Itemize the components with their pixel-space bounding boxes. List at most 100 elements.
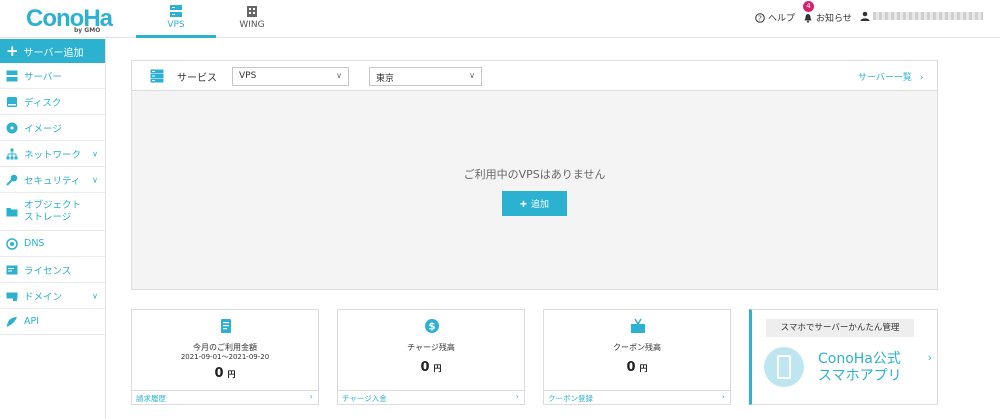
promo-text: ConoHa公式 スマホアプリ — [818, 351, 902, 385]
server-list-link[interactable]: サーバー一覧 › — [858, 70, 923, 83]
service-panel-header: サービス VPS ∨ 東京 ∨ サーバー一覧 › — [132, 61, 937, 91]
coupon-balance-card: クーポン残高 0円 クーポン登録 › — [543, 309, 731, 405]
invoice-icon — [221, 319, 231, 333]
chevron-down-icon: ∨ — [92, 149, 98, 158]
sidebar-item-label-line1: オブジェクト — [24, 199, 82, 211]
sidebar-item-image[interactable]: イメージ — [0, 115, 105, 141]
sidebar-item-label: ドメイン — [24, 291, 63, 303]
card-amount-unit: 円 — [433, 364, 442, 373]
sidebar-item-label: DNS — [24, 238, 45, 249]
sidebar-item-label: オブジェクト ストレージ — [24, 200, 81, 224]
smartphone-app-promo[interactable]: スマホでサーバーかんたん管理 ConoHa公式 スマホアプリ › — [749, 309, 938, 405]
domain-icon — [6, 292, 18, 301]
chevron-right-icon: › — [721, 392, 725, 401]
sidebar-item-license[interactable]: ライセンス — [0, 257, 105, 283]
card-amount-unit: 円 — [639, 364, 648, 373]
chevron-down-icon: ∨ — [92, 175, 98, 184]
service-panel: サービス VPS ∨ 東京 ∨ サーバー一覧 › ご利用中のVPSはありません … — [131, 60, 938, 290]
dns-icon — [6, 237, 18, 250]
card-link-label: 請求履歴 — [136, 394, 166, 403]
sidebar-item-domain[interactable]: ドメイン ∨ — [0, 283, 105, 309]
service-type-select[interactable]: VPS ∨ — [232, 67, 349, 86]
dollar-icon: $ — [425, 319, 439, 333]
help-link[interactable]: ? ヘルプ — [755, 11, 795, 24]
card-amount-value: 0 — [214, 366, 224, 381]
charge-balance-card: $ チャージ残高 0円 チャージ入金 › — [337, 309, 525, 405]
notice-link[interactable]: お知らせ — [803, 11, 852, 24]
user-name-masked — [873, 12, 983, 20]
card-title: チャージ残高 — [407, 343, 455, 352]
sidebar-item-label: セキュリティ — [24, 175, 81, 187]
chevron-down-icon: ∨ — [336, 71, 342, 80]
notice-label: お知らせ — [816, 14, 852, 24]
tab-vps[interactable]: VPS — [136, 0, 216, 38]
user-menu[interactable] — [860, 11, 983, 21]
card-amount: 0円 — [338, 360, 524, 375]
region-value: 東京 — [376, 74, 395, 84]
coupon-register-link[interactable]: クーポン登録 › — [544, 390, 730, 404]
region-select[interactable]: 東京 ∨ — [369, 67, 482, 86]
disk-icon — [7, 96, 17, 107]
card-link-label: チャージ入金 — [342, 394, 387, 403]
sidebar-item-label: API — [24, 316, 40, 327]
service-label: サービス — [177, 73, 217, 84]
chevron-down-icon: ∨ — [469, 71, 475, 80]
svg-text:$: $ — [429, 322, 436, 333]
help-label: ヘルプ — [768, 14, 796, 24]
sidebar-item-security[interactable]: セキュリティ ∨ — [0, 167, 105, 193]
card-amount: 0円 — [132, 366, 318, 381]
card-link-label: クーポン登録 — [548, 394, 593, 403]
sidebar-item-label: ネットワーク — [24, 149, 82, 161]
add-button[interactable]: + 追加 — [502, 191, 567, 216]
empty-message: ご利用中のVPSはありません — [463, 168, 606, 181]
promo-title: スマホでサーバーかんたん管理 — [766, 319, 914, 337]
sidebar-item-label: サーバー — [24, 71, 62, 83]
card-title: クーポン残高 — [613, 343, 661, 352]
chevron-right-icon: › — [919, 73, 924, 83]
sidebar-item-disk[interactable]: ディスク — [0, 89, 105, 115]
tab-vps-label: VPS — [167, 20, 185, 30]
api-icon — [7, 316, 17, 327]
tab-wing-label: WING — [239, 20, 265, 30]
coupon-icon — [631, 318, 645, 333]
billing-history-link[interactable]: 請求履歴 › — [132, 390, 318, 404]
sidebar-item-server[interactable]: サーバー — [0, 63, 105, 89]
promo-line1: ConoHa公式 — [818, 351, 901, 367]
server-icon — [150, 69, 164, 83]
plus-icon: + — [519, 196, 527, 211]
plus-icon: + — [6, 41, 19, 60]
sidebar-item-label: ライセンス — [24, 265, 72, 277]
chevron-right-icon: › — [309, 392, 313, 401]
sidebar-item-label-line2: ストレージ — [24, 211, 72, 223]
image-icon — [6, 122, 18, 133]
smartphone-icon — [764, 347, 804, 387]
sidebar-item-network[interactable]: ネットワーク ∨ — [0, 141, 105, 167]
tab-wing[interactable]: WING — [212, 0, 292, 38]
sidebar-item-api[interactable]: API — [0, 309, 105, 335]
building-icon — [247, 6, 257, 17]
license-icon — [6, 265, 18, 274]
sidebar-add-server[interactable]: + サーバー追加 — [0, 39, 105, 63]
chevron-right-icon: › — [515, 392, 519, 401]
promo-line2: スマホアプリ — [818, 368, 902, 384]
server-list-label: サーバー一覧 — [858, 73, 912, 83]
sidebar: + サーバー追加 サーバー ディスク イメージ ネットワーク ∨ セキュリティ … — [0, 39, 106, 419]
sidebar-item-label: ディスク — [24, 97, 62, 109]
logo-sub: by GMO — [74, 27, 101, 34]
sidebar-item-label: イメージ — [24, 123, 62, 135]
sidebar-item-dns[interactable]: DNS — [0, 231, 105, 257]
charge-deposit-link[interactable]: チャージ入金 › — [338, 390, 524, 404]
server-icon — [6, 70, 18, 81]
sidebar-add-label: サーバー追加 — [23, 47, 84, 59]
smartphone-screen — [777, 355, 791, 379]
add-button-label: 追加 — [531, 199, 550, 209]
sidebar-item-object-storage[interactable]: オブジェクト ストレージ — [0, 193, 105, 231]
top-header: ConoHa by GMO VPS WING ? ヘルプ 4 お知らせ — [0, 0, 1000, 38]
chevron-right-icon: › — [927, 351, 932, 364]
folder-icon — [6, 207, 18, 216]
card-amount: 0円 — [544, 360, 730, 375]
server-icon — [170, 5, 182, 17]
card-amount-unit: 円 — [227, 370, 236, 379]
help-icon: ? — [755, 12, 765, 23]
user-icon — [860, 11, 870, 21]
